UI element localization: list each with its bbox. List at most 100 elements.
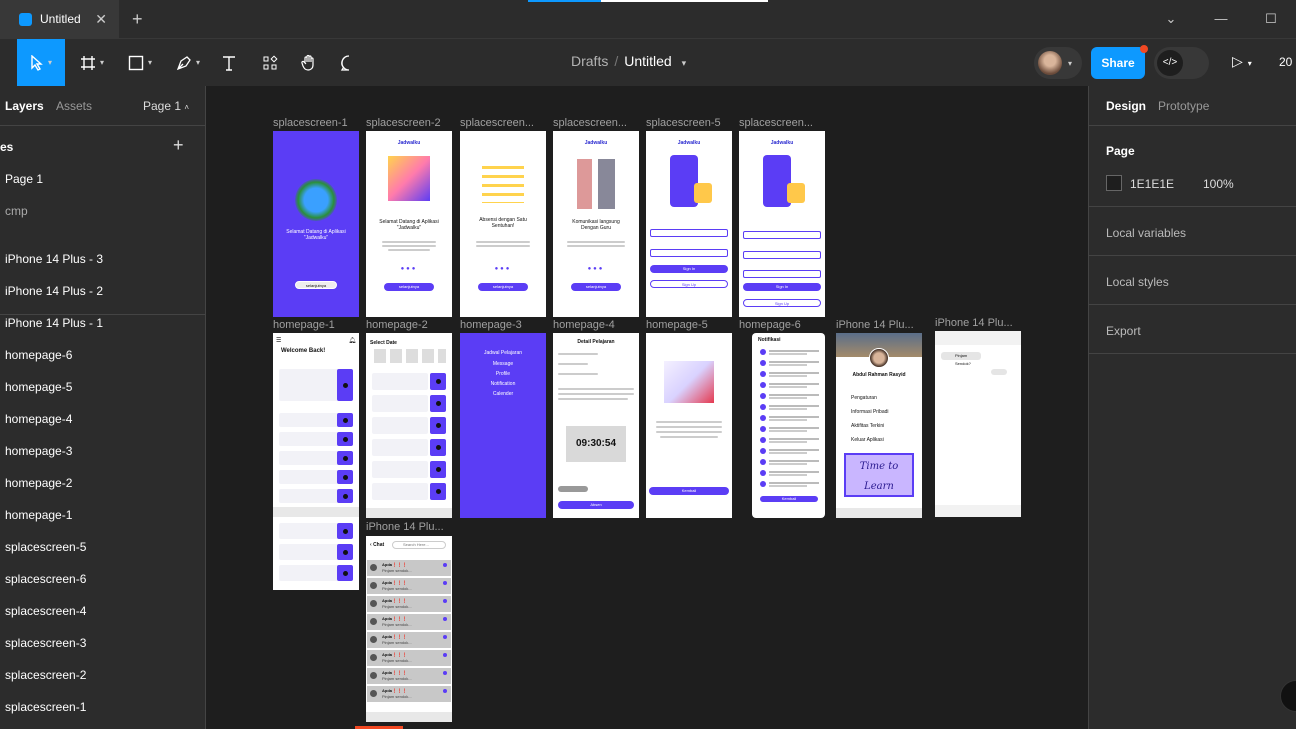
file-tab[interactable]: Untitled ✕ bbox=[0, 0, 119, 38]
frame-label[interactable]: splacescreen... bbox=[553, 117, 639, 129]
layer-item[interactable]: splacescreen-4 bbox=[5, 604, 86, 618]
frame-homepage-6[interactable]: Notifikasi Kembali bbox=[752, 333, 825, 518]
move-tool-button[interactable]: ▾ bbox=[17, 39, 65, 86]
list-item[interactable] bbox=[279, 470, 339, 484]
tab-prototype[interactable]: Prototype bbox=[1158, 99, 1209, 113]
notification-item[interactable] bbox=[760, 414, 825, 422]
kembali-button[interactable]: Kembali bbox=[649, 487, 729, 495]
list-item-action[interactable] bbox=[337, 489, 353, 503]
page-item[interactable]: cmp bbox=[5, 204, 28, 218]
notification-item[interactable] bbox=[760, 480, 825, 488]
list-item-action[interactable] bbox=[430, 483, 446, 500]
minimize-button[interactable]: — bbox=[1196, 0, 1246, 38]
list-item-action[interactable] bbox=[337, 413, 353, 427]
list-item-action[interactable] bbox=[430, 417, 446, 434]
frame-splacescreen-4[interactable]: Jadwalku Komunikasi langsung Dengan Guru… bbox=[553, 131, 639, 317]
list-item-action[interactable] bbox=[337, 523, 353, 539]
page-item[interactable]: Page 1 bbox=[5, 172, 43, 186]
list-item-action[interactable] bbox=[337, 544, 353, 560]
frame-label[interactable]: homepage-6 bbox=[739, 319, 825, 331]
tab-design[interactable]: Design bbox=[1106, 99, 1146, 113]
chevron-down-icon[interactable]: ▾ bbox=[682, 58, 687, 68]
frame-splacescreen-6[interactable]: Jadwalku Sign In Sign Up bbox=[739, 131, 825, 317]
list-item[interactable] bbox=[279, 523, 339, 539]
kembali-button[interactable]: Kembali bbox=[760, 496, 818, 502]
frame-homepage-2[interactable]: Select Date bbox=[366, 333, 452, 518]
sign-up-button[interactable]: Sign Up bbox=[743, 299, 821, 307]
user-avatar-menu[interactable]: ▾ bbox=[1034, 47, 1082, 79]
layer-item[interactable]: homepage-1 bbox=[5, 508, 72, 522]
notification-item[interactable] bbox=[760, 392, 825, 400]
menu-item[interactable]: Calender bbox=[460, 391, 546, 397]
menu-item[interactable]: Notification bbox=[460, 381, 546, 387]
layer-item[interactable]: iPhone 14 Plus - 1 bbox=[5, 316, 103, 330]
layer-item[interactable]: iPhone 14 Plus - 3 bbox=[5, 252, 103, 266]
chevron-down-icon[interactable]: ⌄ bbox=[1146, 0, 1196, 38]
sign-up-button[interactable]: Sign Up bbox=[650, 280, 728, 288]
notification-item[interactable] bbox=[760, 403, 825, 411]
zoom-level[interactable]: 20 bbox=[1279, 55, 1292, 69]
list-item-action[interactable] bbox=[337, 565, 353, 581]
message-input[interactable] bbox=[935, 505, 1021, 517]
layer-item[interactable]: splacescreen-1 bbox=[5, 700, 86, 714]
frame-splacescreen-1[interactable]: Selamat Datang di Aplikasi "Jadwalku" se… bbox=[273, 131, 359, 317]
list-item-action[interactable] bbox=[430, 373, 446, 390]
breadcrumb-drafts[interactable]: Drafts bbox=[571, 53, 608, 69]
frame-profile[interactable]: Abdul Rahman Rasyid Pengaturan Informasi… bbox=[836, 333, 922, 518]
list-item[interactable] bbox=[279, 413, 339, 427]
chat-search-input[interactable]: Search Here... bbox=[392, 541, 446, 549]
comment-tool-button[interactable] bbox=[336, 39, 362, 86]
layer-item[interactable]: splacescreen-2 bbox=[5, 668, 86, 682]
profile-menu-item[interactable]: Pengaturan bbox=[836, 395, 922, 401]
chat-list-item[interactable]: Apda❗❗❗ Pinjam sendok... bbox=[367, 578, 451, 594]
chat-list-item[interactable]: Apda❗❗❗ Pinjam sendok... bbox=[367, 668, 451, 684]
frame-splacescreen-2[interactable]: Jadwalku Selamat Datang di Aplikasi "Jad… bbox=[366, 131, 452, 317]
notification-item[interactable] bbox=[760, 425, 825, 433]
frame-splacescreen-3[interactable]: Absensi dengan Satu Sentuhan! ●●● selanj… bbox=[460, 131, 546, 317]
next-button[interactable]: selanjutnya bbox=[571, 283, 621, 291]
frame-label[interactable]: homepage-1 bbox=[273, 319, 359, 331]
next-button[interactable]: selanjutnya bbox=[295, 281, 337, 289]
close-tab-icon[interactable]: ✕ bbox=[95, 11, 107, 28]
profile-menu-item[interactable]: Informasi Pribadi bbox=[836, 409, 922, 415]
design-canvas[interactable]: splacescreen-1 splacescreen-2 splacescre… bbox=[206, 86, 1088, 729]
layer-item[interactable]: homepage-4 bbox=[5, 412, 72, 426]
layer-item[interactable]: splacescreen-5 bbox=[5, 540, 86, 554]
frame-label[interactable]: splacescreen... bbox=[460, 117, 546, 129]
local-variables-section[interactable]: Local variables bbox=[1089, 207, 1296, 256]
local-styles[interactable]: Local styles bbox=[1106, 275, 1169, 289]
frame-label[interactable]: splacescreen-5 bbox=[646, 117, 732, 129]
list-item[interactable] bbox=[372, 483, 428, 500]
notification-item[interactable] bbox=[760, 359, 825, 367]
chat-list-item[interactable]: Apda❗❗❗ Pinjam sendok... bbox=[367, 686, 451, 702]
frame-homepage-3[interactable]: Jadwal Pelajaran Message Profile Notific… bbox=[460, 333, 546, 518]
layer-item[interactable]: iPhone 14 Plus - 2 bbox=[5, 284, 103, 298]
resources-button[interactable] bbox=[257, 39, 283, 86]
hand-tool-button[interactable] bbox=[296, 39, 322, 86]
date-picker[interactable] bbox=[374, 349, 446, 363]
sign-in-button[interactable]: Sign In bbox=[743, 283, 821, 291]
frame-homepage-5[interactable]: Kembali bbox=[646, 333, 732, 518]
chat-list-item[interactable]: Apda❗❗❗ Pinjam sendok... bbox=[367, 632, 451, 648]
list-item-action[interactable] bbox=[337, 470, 353, 484]
layer-item[interactable]: splacescreen-6 bbox=[5, 572, 86, 586]
chat-list-item[interactable]: Apda❗❗❗ Pinjam sendok... bbox=[367, 596, 451, 612]
page-color-hex[interactable]: 1E1E1E bbox=[1130, 177, 1174, 191]
layer-item[interactable]: homepage-5 bbox=[5, 380, 72, 394]
chat-list-item[interactable]: Apda❗❗❗ Pinjam sendok... bbox=[367, 614, 451, 630]
list-item[interactable] bbox=[372, 461, 428, 478]
notification-item[interactable] bbox=[760, 348, 825, 356]
menu-item[interactable]: Profile bbox=[460, 371, 546, 377]
chat-list-item[interactable]: Apda❗❗❗ Pinjam sendok... bbox=[367, 650, 451, 666]
notification-item[interactable] bbox=[760, 469, 825, 477]
layer-item[interactable]: homepage-6 bbox=[5, 348, 72, 362]
frame-label[interactable]: splacescreen-2 bbox=[366, 117, 452, 129]
nis-field[interactable] bbox=[743, 231, 821, 239]
menu-item[interactable]: Message bbox=[460, 361, 546, 367]
list-item-action[interactable] bbox=[430, 395, 446, 412]
list-item[interactable] bbox=[279, 565, 339, 581]
next-button[interactable]: selanjutnya bbox=[384, 283, 434, 291]
file-name[interactable]: Untitled bbox=[624, 53, 671, 69]
pen-tool-button[interactable]: ▾ bbox=[168, 39, 208, 86]
schedule-card[interactable] bbox=[279, 369, 339, 401]
